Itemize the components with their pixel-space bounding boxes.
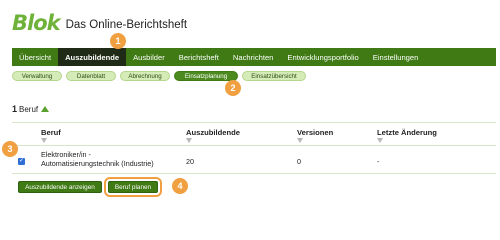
step-marker-3: 3: [2, 141, 18, 157]
subnav-einsatzuebersicht[interactable]: Einsatzübersicht: [242, 71, 306, 81]
result-count-label: Beruf: [19, 104, 39, 114]
filter-icon[interactable]: [41, 138, 47, 143]
nav-item-uebersicht[interactable]: Übersicht: [12, 48, 58, 66]
step-marker-4: 4: [172, 178, 188, 194]
result-count-number: 1: [12, 104, 18, 114]
subnav-verwaltung[interactable]: Verwaltung: [12, 71, 62, 81]
plan-profession-button[interactable]: Beruf planen: [104, 177, 162, 197]
beruf-line-1: Elektroniker/in -: [41, 150, 91, 159]
cell-letzte-aenderung: -: [377, 157, 380, 166]
step-marker-2: 2: [225, 80, 241, 96]
app-header: Blok Das Online-Berichtsheft: [12, 8, 187, 38]
main-navigation: Übersicht Auszubildende Ausbilder Berich…: [12, 48, 496, 66]
nav-item-berichtsheft[interactable]: Berichtsheft: [172, 48, 226, 66]
column-header-auszubildende[interactable]: Auszubildende: [186, 128, 240, 137]
subnav-abrechnung[interactable]: Abrechnung: [120, 71, 170, 81]
column-header-letzte-aenderung[interactable]: Letzte Änderung: [377, 128, 437, 137]
beruf-line-2: Automatisierungstechnik (Industrie): [41, 159, 154, 168]
row-checkbox[interactable]: ✓: [18, 158, 25, 165]
profession-table: Beruf Auszubildende Versionen Letzte Änd…: [12, 122, 496, 174]
step-marker-1: 1: [110, 33, 126, 49]
sub-navigation: Verwaltung Datenblatt Abrechnung Einsatz…: [12, 71, 306, 81]
show-trainees-button[interactable]: Auszubildende anzeigen: [18, 181, 102, 193]
table-header: Beruf Auszubildende Versionen Letzte Änd…: [12, 122, 496, 146]
nav-item-nachrichten[interactable]: Nachrichten: [226, 48, 281, 66]
filter-icon[interactable]: [297, 138, 303, 143]
collapse-triangle-icon[interactable]: [41, 106, 50, 112]
column-header-beruf[interactable]: Beruf: [41, 128, 61, 137]
column-header-versionen[interactable]: Versionen: [297, 128, 333, 137]
subnav-datenblatt[interactable]: Datenblatt: [66, 71, 116, 81]
nav-item-auszubildende[interactable]: Auszubildende: [58, 48, 127, 66]
result-count: 1 Beruf: [12, 104, 50, 114]
table-row[interactable]: ✓ Elektroniker/in - Automatisierungstech…: [12, 146, 496, 174]
nav-item-ausbilder[interactable]: Ausbilder: [126, 48, 172, 66]
filter-icon[interactable]: [186, 138, 192, 143]
blok-logo: Blok: [12, 11, 61, 35]
app-title: Das Online-Berichtsheft: [65, 19, 188, 31]
subnav-einsatzplanung[interactable]: Einsatzplanung: [174, 71, 238, 81]
nav-item-einstellungen[interactable]: Einstellungen: [366, 48, 426, 66]
cell-beruf: Elektroniker/in - Automatisierungstechni…: [41, 150, 191, 168]
cell-versionen: 0: [297, 157, 301, 166]
cell-auszubildende: 20: [186, 157, 194, 166]
nav-item-entwicklungsportfolio[interactable]: Entwicklungsportfolio: [280, 48, 365, 66]
filter-icon[interactable]: [377, 138, 383, 143]
